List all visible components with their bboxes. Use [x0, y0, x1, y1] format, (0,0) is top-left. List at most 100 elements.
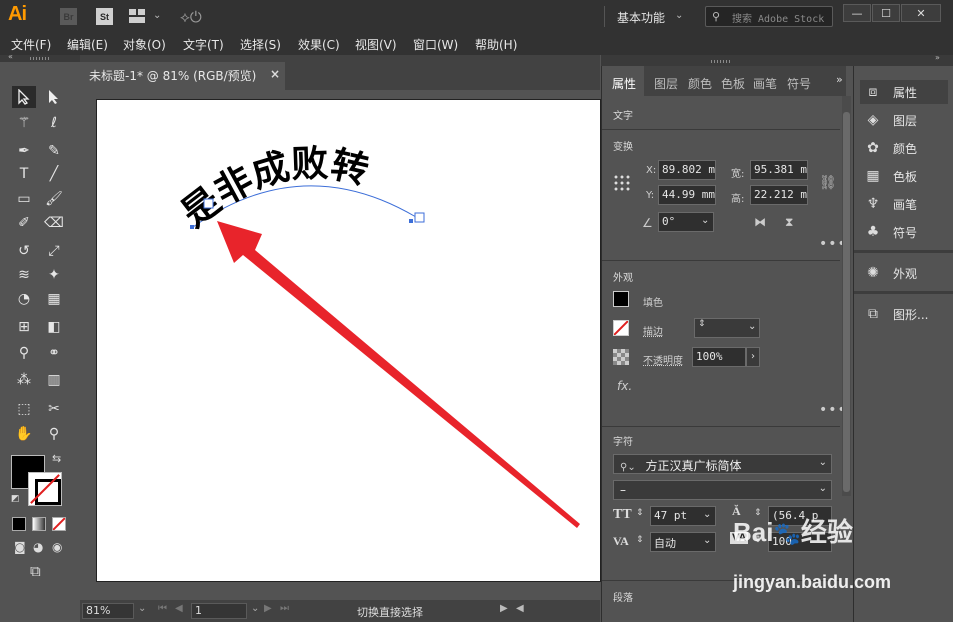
- font-style-select[interactable]: – ⌄: [613, 480, 832, 500]
- toolbar-header[interactable]: «: [0, 52, 80, 62]
- swap-fill-stroke-icon[interactable]: ⇆: [52, 452, 61, 465]
- menu-file[interactable]: 文件(F): [11, 36, 51, 53]
- chevron-down-icon[interactable]: ⌄: [748, 321, 756, 332]
- draw-normal-icon[interactable]: ◙: [14, 540, 26, 554]
- panel-menu-icon[interactable]: »: [836, 73, 843, 86]
- stroke-color-swatch[interactable]: [613, 320, 629, 336]
- dock-item-appearance[interactable]: ✺ 外观: [860, 261, 948, 285]
- screen-mode-icon[interactable]: ⧉: [30, 562, 41, 580]
- eraser-tool-icon[interactable]: ⌫: [42, 212, 66, 234]
- tab-properties[interactable]: 属性: [612, 75, 636, 92]
- close-window-button[interactable]: ✕: [901, 4, 941, 22]
- stepper-icon[interactable]: ⇕: [698, 319, 706, 329]
- type-tool-icon[interactable]: T: [12, 163, 36, 185]
- status-menu-icon[interactable]: ▶: [500, 603, 508, 614]
- puppet-warp-tool-icon[interactable]: ✦: [42, 264, 66, 286]
- close-tab-icon[interactable]: ×: [270, 67, 280, 81]
- column-graph-tool-icon[interactable]: ▥: [42, 369, 66, 391]
- font-family-select[interactable]: ⚲⌄ 方正汉真广标简体 ⌄: [613, 454, 832, 474]
- paintbrush-tool-icon[interactable]: 🖌: [42, 188, 66, 210]
- dock-item-layers[interactable]: ◈ 图层: [860, 108, 948, 132]
- tab-symbols[interactable]: 符号: [787, 75, 811, 92]
- flip-vertical-icon[interactable]: ⧗: [785, 215, 793, 230]
- constrain-proportions-icon[interactable]: ⛓: [819, 175, 837, 191]
- rectangle-tool-icon[interactable]: ▭: [12, 188, 36, 210]
- minimize-button[interactable]: —: [843, 4, 871, 22]
- artboard-tool-icon[interactable]: ⬚: [12, 398, 36, 420]
- dock-item-properties[interactable]: ⧈ 属性: [860, 80, 948, 104]
- shaper-tool-icon[interactable]: ✐: [12, 212, 36, 234]
- document-tab[interactable]: 未标题-1* @ 81% (RGB/预览) ×: [80, 62, 285, 90]
- chevron-down-icon[interactable]: ⌄: [703, 509, 711, 520]
- first-artboard-icon[interactable]: ⏮: [158, 603, 167, 614]
- selection-tool-icon[interactable]: [12, 86, 36, 108]
- menu-view[interactable]: 视图(V): [355, 36, 397, 53]
- tab-swatches[interactable]: 色板: [721, 75, 745, 92]
- opacity-arrow-button[interactable]: ›: [746, 347, 760, 367]
- reference-point-icon[interactable]: [613, 174, 632, 193]
- artboard[interactable]: 是非成败转: [96, 99, 601, 582]
- gradient-tool-icon[interactable]: ◧: [42, 316, 66, 338]
- menu-effect[interactable]: 效果(C): [298, 36, 340, 53]
- zoom-dropdown-icon[interactable]: ⌄: [138, 603, 146, 614]
- width-tool-icon[interactable]: ≋: [12, 264, 36, 286]
- menu-help[interactable]: 帮助(H): [475, 36, 517, 53]
- menu-select[interactable]: 选择(S): [240, 36, 281, 53]
- fx-icon[interactable]: fx.: [617, 379, 632, 393]
- mesh-tool-icon[interactable]: ⊞: [12, 316, 36, 338]
- artboard-dropdown-icon[interactable]: ⌄: [251, 603, 259, 614]
- opacity-label[interactable]: 不透明度: [643, 352, 683, 367]
- stock-button[interactable]: St: [96, 8, 113, 25]
- prev-artboard-icon[interactable]: ◀: [175, 603, 183, 614]
- stepper-icon[interactable]: ⇕: [636, 535, 644, 545]
- fill-color-swatch[interactable]: [613, 291, 629, 307]
- slice-tool-icon[interactable]: ✂: [42, 398, 66, 420]
- height-field[interactable]: 22.212 m: [750, 185, 808, 205]
- color-mode-icon[interactable]: [12, 517, 26, 531]
- gradient-mode-icon[interactable]: [32, 517, 46, 531]
- stroke-swatch[interactable]: [28, 472, 62, 506]
- pen-tool-icon[interactable]: ✒: [12, 140, 36, 162]
- opacity-field[interactable]: 100%: [692, 347, 746, 367]
- perspective-grid-tool-icon[interactable]: ▦: [42, 288, 66, 310]
- draw-behind-icon[interactable]: ◕: [33, 540, 43, 554]
- artboard-number-field[interactable]: 1: [191, 603, 247, 619]
- line-tool-icon[interactable]: ╱: [42, 163, 66, 185]
- dock-item-color[interactable]: ✿ 颜色: [860, 136, 948, 160]
- magic-wand-tool-icon[interactable]: ⚚: [12, 112, 36, 134]
- blend-tool-icon[interactable]: ⚭: [42, 342, 66, 364]
- menu-window[interactable]: 窗口(W): [413, 36, 458, 53]
- draw-inside-icon[interactable]: ◉: [52, 540, 62, 554]
- stepper-icon[interactable]: ⇕: [636, 508, 644, 518]
- tab-layers[interactable]: 图层: [654, 75, 678, 92]
- dock-item-graphic-styles[interactable]: ⧉ 图形...: [860, 302, 948, 326]
- default-colors-icon[interactable]: ◩: [11, 494, 20, 504]
- stroke-label[interactable]: 描边: [643, 323, 663, 338]
- hand-tool-icon[interactable]: ✋: [12, 423, 36, 445]
- menu-edit[interactable]: 编辑(E): [67, 36, 108, 53]
- scroll-left-icon[interactable]: ◀: [516, 603, 524, 614]
- stock-search-input[interactable]: ⚲ 搜索 Adobe Stock: [705, 6, 833, 27]
- eyedropper-tool-icon[interactable]: ⚲: [12, 342, 36, 364]
- arrange-documents-icon[interactable]: [129, 9, 145, 23]
- bridge-button[interactable]: Br: [60, 8, 77, 25]
- menu-object[interactable]: 对象(O): [123, 36, 166, 53]
- dock-item-brushes[interactable]: ♆ 画笔: [860, 192, 948, 216]
- tab-color[interactable]: 颜色: [688, 75, 712, 92]
- width-field[interactable]: 95.381 m: [750, 160, 808, 180]
- next-artboard-icon[interactable]: ▶: [264, 603, 272, 614]
- dock-item-symbols[interactable]: ♣ 符号: [860, 220, 948, 244]
- flip-horizontal-icon[interactable]: ⧓: [754, 215, 766, 229]
- dock-item-swatches[interactable]: ▦ 色板: [860, 164, 948, 188]
- zoom-field[interactable]: 81%: [82, 603, 134, 619]
- none-mode-icon[interactable]: [52, 517, 66, 531]
- chevron-down-icon[interactable]: ⌄: [153, 10, 161, 21]
- chevron-down-icon[interactable]: ⌄: [675, 10, 683, 21]
- x-position-field[interactable]: 89.802 m: [658, 160, 716, 180]
- zoom-tool-icon[interactable]: ⚲: [42, 423, 66, 445]
- gpu-performance-icon[interactable]: ⟡⏻: [180, 8, 204, 26]
- curvature-tool-icon[interactable]: ✎: [42, 140, 66, 162]
- direct-selection-tool-icon[interactable]: [42, 86, 66, 108]
- chevron-down-icon[interactable]: ⌄: [703, 535, 711, 546]
- rotate-tool-icon[interactable]: ↺: [12, 240, 36, 262]
